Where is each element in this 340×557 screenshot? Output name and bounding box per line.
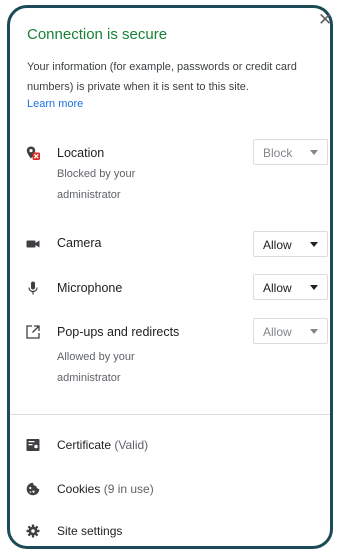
permission-label-location: Location xyxy=(57,146,105,160)
cookies-link[interactable]: Cookies (9 in use) xyxy=(57,482,154,496)
popups-select: Allow xyxy=(253,318,328,344)
camera-select-value: Allow xyxy=(263,238,292,252)
cookie-icon xyxy=(26,482,40,496)
microphone-select[interactable]: Allow xyxy=(253,274,328,300)
site-settings-link[interactable]: Site settings xyxy=(57,524,122,538)
permission-note-popups: Allowed by your administrator xyxy=(57,351,135,384)
close-icon[interactable]: ✕ xyxy=(318,11,332,28)
popups-select-value: Allow xyxy=(263,325,292,339)
location-select-value: Block xyxy=(263,146,293,160)
permission-label-camera: Camera xyxy=(57,236,102,250)
permission-label-popups: Pop-ups and redirects xyxy=(57,325,180,339)
certificate-label: Certificate xyxy=(57,438,112,452)
chevron-down-icon xyxy=(310,242,318,247)
section-divider xyxy=(10,414,330,415)
microphone-select-value: Allow xyxy=(263,281,292,295)
camera-icon xyxy=(26,240,40,248)
chevron-down-icon xyxy=(310,285,318,290)
location-select: Block xyxy=(253,139,328,165)
permission-label-microphone: Microphone xyxy=(57,281,123,295)
learn-more-link[interactable]: Learn more xyxy=(27,98,83,110)
camera-select[interactable]: Allow xyxy=(253,231,328,257)
cookies-label: Cookies xyxy=(57,482,101,496)
permission-note-location: Blocked by your administrator xyxy=(57,168,136,201)
connection-title: Connection is secure xyxy=(27,26,168,43)
location-blocked-icon xyxy=(26,146,40,160)
gear-icon xyxy=(26,524,40,538)
chevron-down-icon xyxy=(310,150,318,155)
microphone-icon xyxy=(28,281,38,295)
certificate-status: (Valid) xyxy=(114,438,149,452)
certificate-icon xyxy=(26,439,40,451)
certificate-link[interactable]: Certificate (Valid) xyxy=(57,438,148,452)
cookies-status: (9 in use) xyxy=(103,482,154,496)
popup-icon xyxy=(26,325,40,339)
connection-description: Your information (for example, passwords… xyxy=(27,61,297,93)
chevron-down-icon xyxy=(310,329,318,334)
